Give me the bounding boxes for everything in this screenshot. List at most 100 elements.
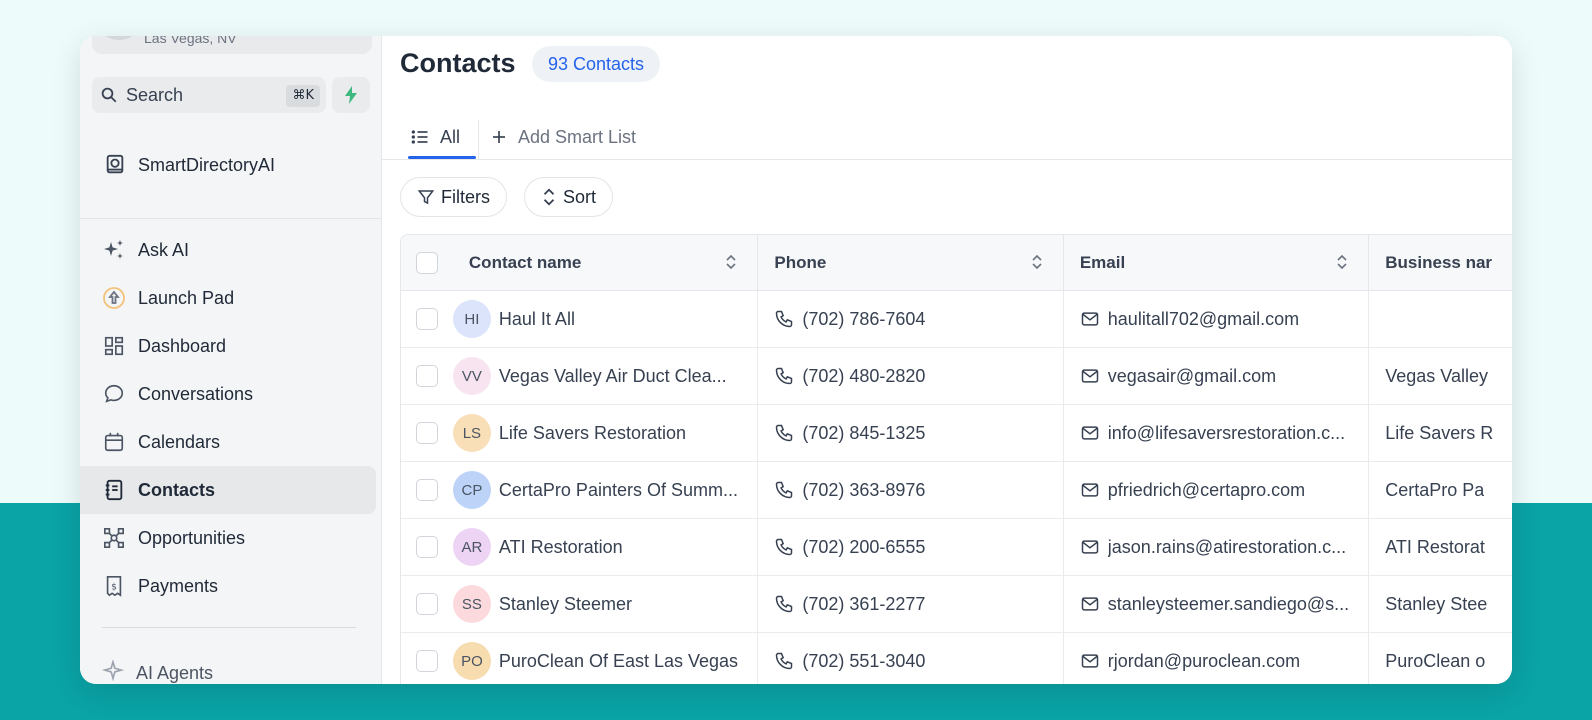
contact-name[interactable]: Life Savers Restoration bbox=[499, 423, 686, 444]
table-row[interactable]: VV Vegas Valley Air Duct Clea... (702) 4… bbox=[401, 348, 1512, 405]
column-header-phone[interactable]: Phone bbox=[758, 235, 1064, 290]
table-row[interactable]: SS Stanley Steemer (702) 361-2277 stanle… bbox=[401, 576, 1512, 633]
phone-number[interactable]: (702) 361-2277 bbox=[802, 594, 925, 615]
email-address[interactable]: jason.rains@atirestoration.c... bbox=[1108, 537, 1346, 558]
business-name-cell: Stanley Stee bbox=[1369, 576, 1512, 632]
email-address[interactable]: info@lifesaversrestoration.c... bbox=[1108, 423, 1345, 444]
business-name: CertaPro Pa bbox=[1385, 479, 1485, 500]
tab-all[interactable]: All bbox=[408, 114, 462, 160]
sidebar-item-smartdirectoryai[interactable]: SmartDirectoryAI bbox=[104, 154, 275, 176]
phone-cell[interactable]: (702) 786-7604 bbox=[758, 291, 1064, 347]
phone-number[interactable]: (702) 363-8976 bbox=[802, 480, 925, 501]
table-row[interactable]: HI Haul It All (702) 786-7604 haulitall7… bbox=[401, 291, 1512, 348]
phone-icon bbox=[776, 652, 793, 670]
phone-cell[interactable]: (702) 480-2820 bbox=[758, 348, 1064, 404]
sort-label: Sort bbox=[563, 186, 597, 207]
sidebar-item-calendars[interactable]: Calendars bbox=[80, 418, 376, 466]
sidebar-item-conversations[interactable]: Conversations bbox=[80, 370, 376, 418]
sort-toggle-icon[interactable] bbox=[1031, 254, 1043, 270]
email-cell[interactable]: vegasair@gmail.com bbox=[1064, 348, 1370, 404]
row-checkbox[interactable] bbox=[415, 365, 438, 387]
email-address[interactable]: vegasair@gmail.com bbox=[1108, 366, 1276, 387]
contact-name[interactable]: Vegas Valley Air Duct Clea... bbox=[499, 366, 727, 387]
contact-name-cell[interactable]: SS Stanley Steemer bbox=[452, 576, 759, 632]
email-address[interactable]: pfriedrich@certapro.com bbox=[1108, 480, 1305, 501]
column-header-contact-name[interactable]: Contact name bbox=[453, 235, 759, 290]
contact-name[interactable]: ATI Restoration bbox=[499, 537, 623, 558]
contacts-table: Contact name Phone Email Business nar HI… bbox=[400, 234, 1512, 684]
table-row[interactable]: LS Life Savers Restoration (702) 845-132… bbox=[401, 405, 1512, 462]
plus-icon bbox=[493, 131, 505, 143]
contact-name[interactable]: CertaPro Painters Of Summ... bbox=[499, 480, 738, 501]
business-name: Life Savers R bbox=[1385, 422, 1494, 443]
email-cell[interactable]: haulitall702@gmail.com bbox=[1064, 291, 1370, 347]
location-switcher[interactable]: Las Vegas, NV ⌄ bbox=[92, 36, 372, 54]
filters-button[interactable]: Filters bbox=[400, 177, 507, 217]
row-checkbox[interactable] bbox=[415, 650, 438, 672]
tab-label: All bbox=[440, 126, 461, 147]
row-checkbox[interactable] bbox=[415, 422, 438, 444]
contact-name-cell[interactable]: LS Life Savers Restoration bbox=[452, 405, 759, 461]
phone-cell[interactable]: (702) 361-2277 bbox=[758, 576, 1064, 632]
sidebar-item-ask-ai[interactable]: Ask AI bbox=[80, 226, 376, 274]
contact-name[interactable]: PuroClean Of East Las Vegas bbox=[499, 651, 738, 672]
app-window: Las Vegas, NV ⌄ Search ⌘K SmartDirectory… bbox=[80, 36, 1512, 684]
phone-cell[interactable]: (702) 363-8976 bbox=[758, 462, 1064, 518]
bolt-icon bbox=[345, 86, 357, 104]
contact-name-cell[interactable]: AR ATI Restoration bbox=[452, 519, 759, 575]
row-checkbox[interactable] bbox=[415, 308, 438, 330]
phone-number[interactable]: (702) 480-2820 bbox=[802, 366, 925, 387]
contact-name[interactable]: Stanley Steemer bbox=[499, 594, 632, 615]
contact-name-cell[interactable]: HI Haul It All bbox=[452, 291, 759, 347]
sort-icon bbox=[543, 188, 555, 206]
brand-label: SmartDirectoryAI bbox=[138, 154, 276, 175]
contact-name[interactable]: Haul It All bbox=[499, 309, 575, 330]
row-checkbox[interactable] bbox=[415, 536, 438, 558]
phone-number[interactable]: (702) 200-6555 bbox=[802, 537, 925, 558]
sidebar-item-launch-pad[interactable]: Launch Pad bbox=[80, 274, 376, 322]
email-cell[interactable]: stanleysteemer.sandiego@s... bbox=[1064, 576, 1370, 632]
row-select-cell bbox=[401, 462, 453, 518]
table-row[interactable]: PO PuroClean Of East Las Vegas (702) 551… bbox=[401, 633, 1512, 684]
contact-name-cell[interactable]: CP CertaPro Painters Of Summ... bbox=[452, 462, 759, 518]
sort-toggle-icon[interactable] bbox=[725, 254, 737, 270]
email-cell[interactable]: info@lifesaversrestoration.c... bbox=[1064, 405, 1370, 461]
phone-number[interactable]: (702) 845-1325 bbox=[802, 423, 925, 444]
email-address[interactable]: stanleysteemer.sandiego@s... bbox=[1108, 594, 1349, 615]
sort-toggle-icon[interactable] bbox=[1336, 254, 1348, 270]
email-cell[interactable]: rjordan@puroclean.com bbox=[1064, 633, 1370, 684]
mail-icon bbox=[1081, 483, 1099, 497]
row-checkbox[interactable] bbox=[415, 479, 438, 501]
add-smart-list-button[interactable]: Add Smart List bbox=[490, 114, 636, 160]
select-all-checkbox[interactable] bbox=[415, 251, 438, 274]
row-checkbox[interactable] bbox=[415, 593, 438, 615]
row-select-cell bbox=[401, 633, 453, 684]
sidebar-item-ai-agents[interactable]: AI Agents bbox=[101, 658, 213, 684]
phone-number[interactable]: (702) 551-3040 bbox=[802, 651, 925, 672]
list-icon bbox=[411, 130, 428, 144]
email-cell[interactable]: jason.rains@atirestoration.c... bbox=[1064, 519, 1370, 575]
contact-name-cell[interactable]: PO PuroClean Of East Las Vegas bbox=[452, 633, 759, 684]
payments-icon: $ bbox=[102, 574, 126, 598]
column-header-business-name[interactable]: Business nar bbox=[1369, 235, 1512, 290]
email-cell[interactable]: pfriedrich@certapro.com bbox=[1064, 462, 1370, 518]
email-address[interactable]: rjordan@puroclean.com bbox=[1108, 651, 1300, 672]
contacts-icon bbox=[102, 478, 126, 502]
search-button[interactable]: Search ⌘K bbox=[92, 77, 326, 113]
sort-button[interactable]: Sort bbox=[524, 177, 614, 217]
sidebar-item-payments[interactable]: $ Payments bbox=[80, 562, 376, 610]
table-row[interactable]: CP CertaPro Painters Of Summ... (702) 36… bbox=[401, 462, 1512, 519]
contact-name-cell[interactable]: VV Vegas Valley Air Duct Clea... bbox=[452, 348, 759, 404]
sidebar-item-dashboard[interactable]: Dashboard bbox=[80, 322, 376, 370]
phone-number[interactable]: (702) 786-7604 bbox=[802, 309, 925, 330]
phone-cell[interactable]: (702) 200-6555 bbox=[758, 519, 1064, 575]
sidebar-item-contacts[interactable]: Contacts bbox=[80, 466, 376, 514]
active-tab-indicator bbox=[408, 156, 476, 159]
phone-cell[interactable]: (702) 551-3040 bbox=[758, 633, 1064, 684]
email-address[interactable]: haulitall702@gmail.com bbox=[1108, 309, 1299, 330]
column-header-email[interactable]: Email bbox=[1064, 235, 1370, 290]
table-row[interactable]: AR ATI Restoration (702) 200-6555 jason.… bbox=[401, 519, 1512, 576]
quick-action-button[interactable] bbox=[332, 77, 370, 113]
sidebar-item-opportunities[interactable]: Opportunities bbox=[80, 514, 376, 562]
phone-cell[interactable]: (702) 845-1325 bbox=[758, 405, 1064, 461]
